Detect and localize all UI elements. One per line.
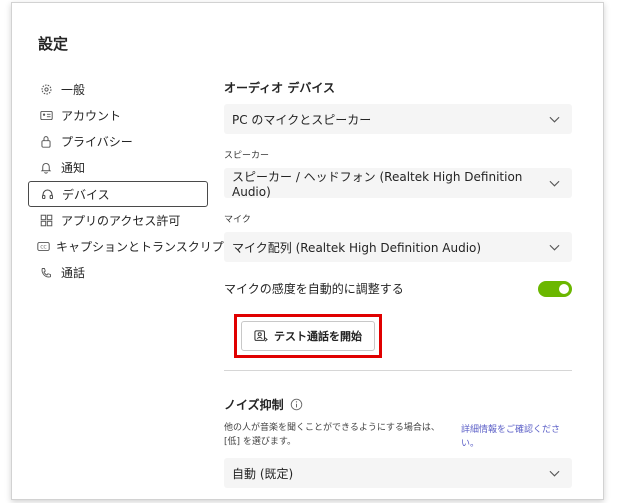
noise-suppression-heading: ノイズ抑制 xyxy=(224,398,284,412)
audio-device-value: PC のマイクとスピーカー xyxy=(232,112,372,127)
auto-adjust-toggle[interactable] xyxy=(538,280,572,297)
toggle-knob xyxy=(559,283,569,294)
sidebar-item-privacy[interactable]: プライバシー xyxy=(28,129,208,154)
noise-suppression-select-wrap: 自動 (既定) xyxy=(224,458,572,488)
chevron-down-icon xyxy=(549,116,560,123)
info-icon[interactable] xyxy=(290,398,303,411)
mic-value: マイク配列 (Realtek High Definition Audio) xyxy=(232,240,482,255)
chevron-down-icon xyxy=(549,180,560,187)
closed-caption-icon: CC xyxy=(37,241,50,252)
auto-adjust-row: マイクの感度を自動的に調整する xyxy=(224,280,572,297)
sidebar-item-label: 通話 xyxy=(61,266,86,280)
learn-more-link[interactable]: 詳細情報をご確認ください。 xyxy=(461,423,571,451)
divider xyxy=(224,370,572,371)
test-call-label: テスト通話を開始 xyxy=(274,330,362,343)
sidebar-item-label: アプリのアクセス許可 xyxy=(61,214,181,228)
id-card-icon xyxy=(37,110,55,121)
speaker-label: スピーカー xyxy=(224,151,270,161)
noise-heading-row: ノイズ抑制 xyxy=(224,396,303,413)
svg-text:CC: CC xyxy=(40,245,46,251)
noise-description: 他の人が音楽を聞くことができるようにする場合は、[低] を選びます。 xyxy=(224,423,440,447)
lock-icon xyxy=(37,135,55,148)
sidebar-item-label: プライバシー xyxy=(61,135,133,149)
audio-settings: オーディオ デバイス PC のマイクとスピーカー スピーカー スピーカー / ヘ… xyxy=(224,79,572,297)
settings-nav: 一般 アカウント プライバシー 通知 デバイス アプリのアクセス許可 CC キャ… xyxy=(28,77,236,286)
sidebar-item-notifications[interactable]: 通知 xyxy=(28,155,208,180)
mic-label: マイク xyxy=(224,215,251,225)
headset-icon xyxy=(38,188,56,201)
settings-dialog: 設定 一般 アカウント プライバシー 通知 デバイス アプリのアクセス許可 CC… xyxy=(11,2,604,500)
sidebar-item-label: キャプションとトランスクリプト xyxy=(56,240,236,254)
sidebar-item-devices[interactable]: デバイス xyxy=(28,181,208,207)
bell-icon xyxy=(37,161,55,174)
page-title: 設定 xyxy=(38,35,69,53)
apps-grid-icon xyxy=(37,214,55,227)
sidebar-item-app-permissions[interactable]: アプリのアクセス許可 xyxy=(28,208,208,233)
speaker-value: スピーカー / ヘッドフォン (Realtek High Definition … xyxy=(232,169,523,199)
sidebar-item-calls[interactable]: 通話 xyxy=(28,260,208,285)
sidebar-item-label: アカウント xyxy=(61,109,122,123)
highlight-box: テスト通話を開始 xyxy=(234,314,382,358)
auto-adjust-label: マイクの感度を自動的に調整する xyxy=(224,282,404,296)
noise-suppression-value: 自動 (既定) xyxy=(232,466,294,481)
speaker-select[interactable]: スピーカー / ヘッドフォン (Realtek High Definition … xyxy=(224,168,572,199)
sidebar-item-label: 通知 xyxy=(61,161,86,175)
mic-select[interactable]: マイク配列 (Realtek High Definition Audio) xyxy=(224,232,572,262)
test-call-icon xyxy=(254,329,268,343)
gear-icon xyxy=(37,83,55,96)
test-call-button[interactable]: テスト通話を開始 xyxy=(241,321,375,351)
audio-devices-heading: オーディオ デバイス xyxy=(224,81,335,95)
sidebar-item-account[interactable]: アカウント xyxy=(28,103,208,128)
noise-suppression-select[interactable]: 自動 (既定) xyxy=(224,458,572,488)
chevron-down-icon xyxy=(549,470,560,477)
sidebar-item-label: 一般 xyxy=(61,83,86,97)
sidebar-item-general[interactable]: 一般 xyxy=(28,77,208,102)
chevron-down-icon xyxy=(549,244,560,251)
sidebar-item-captions[interactable]: CC キャプションとトランスクリプト xyxy=(28,234,236,259)
audio-device-select[interactable]: PC のマイクとスピーカー xyxy=(224,104,572,134)
sidebar-item-label: デバイス xyxy=(62,187,110,202)
phone-icon xyxy=(37,267,55,279)
